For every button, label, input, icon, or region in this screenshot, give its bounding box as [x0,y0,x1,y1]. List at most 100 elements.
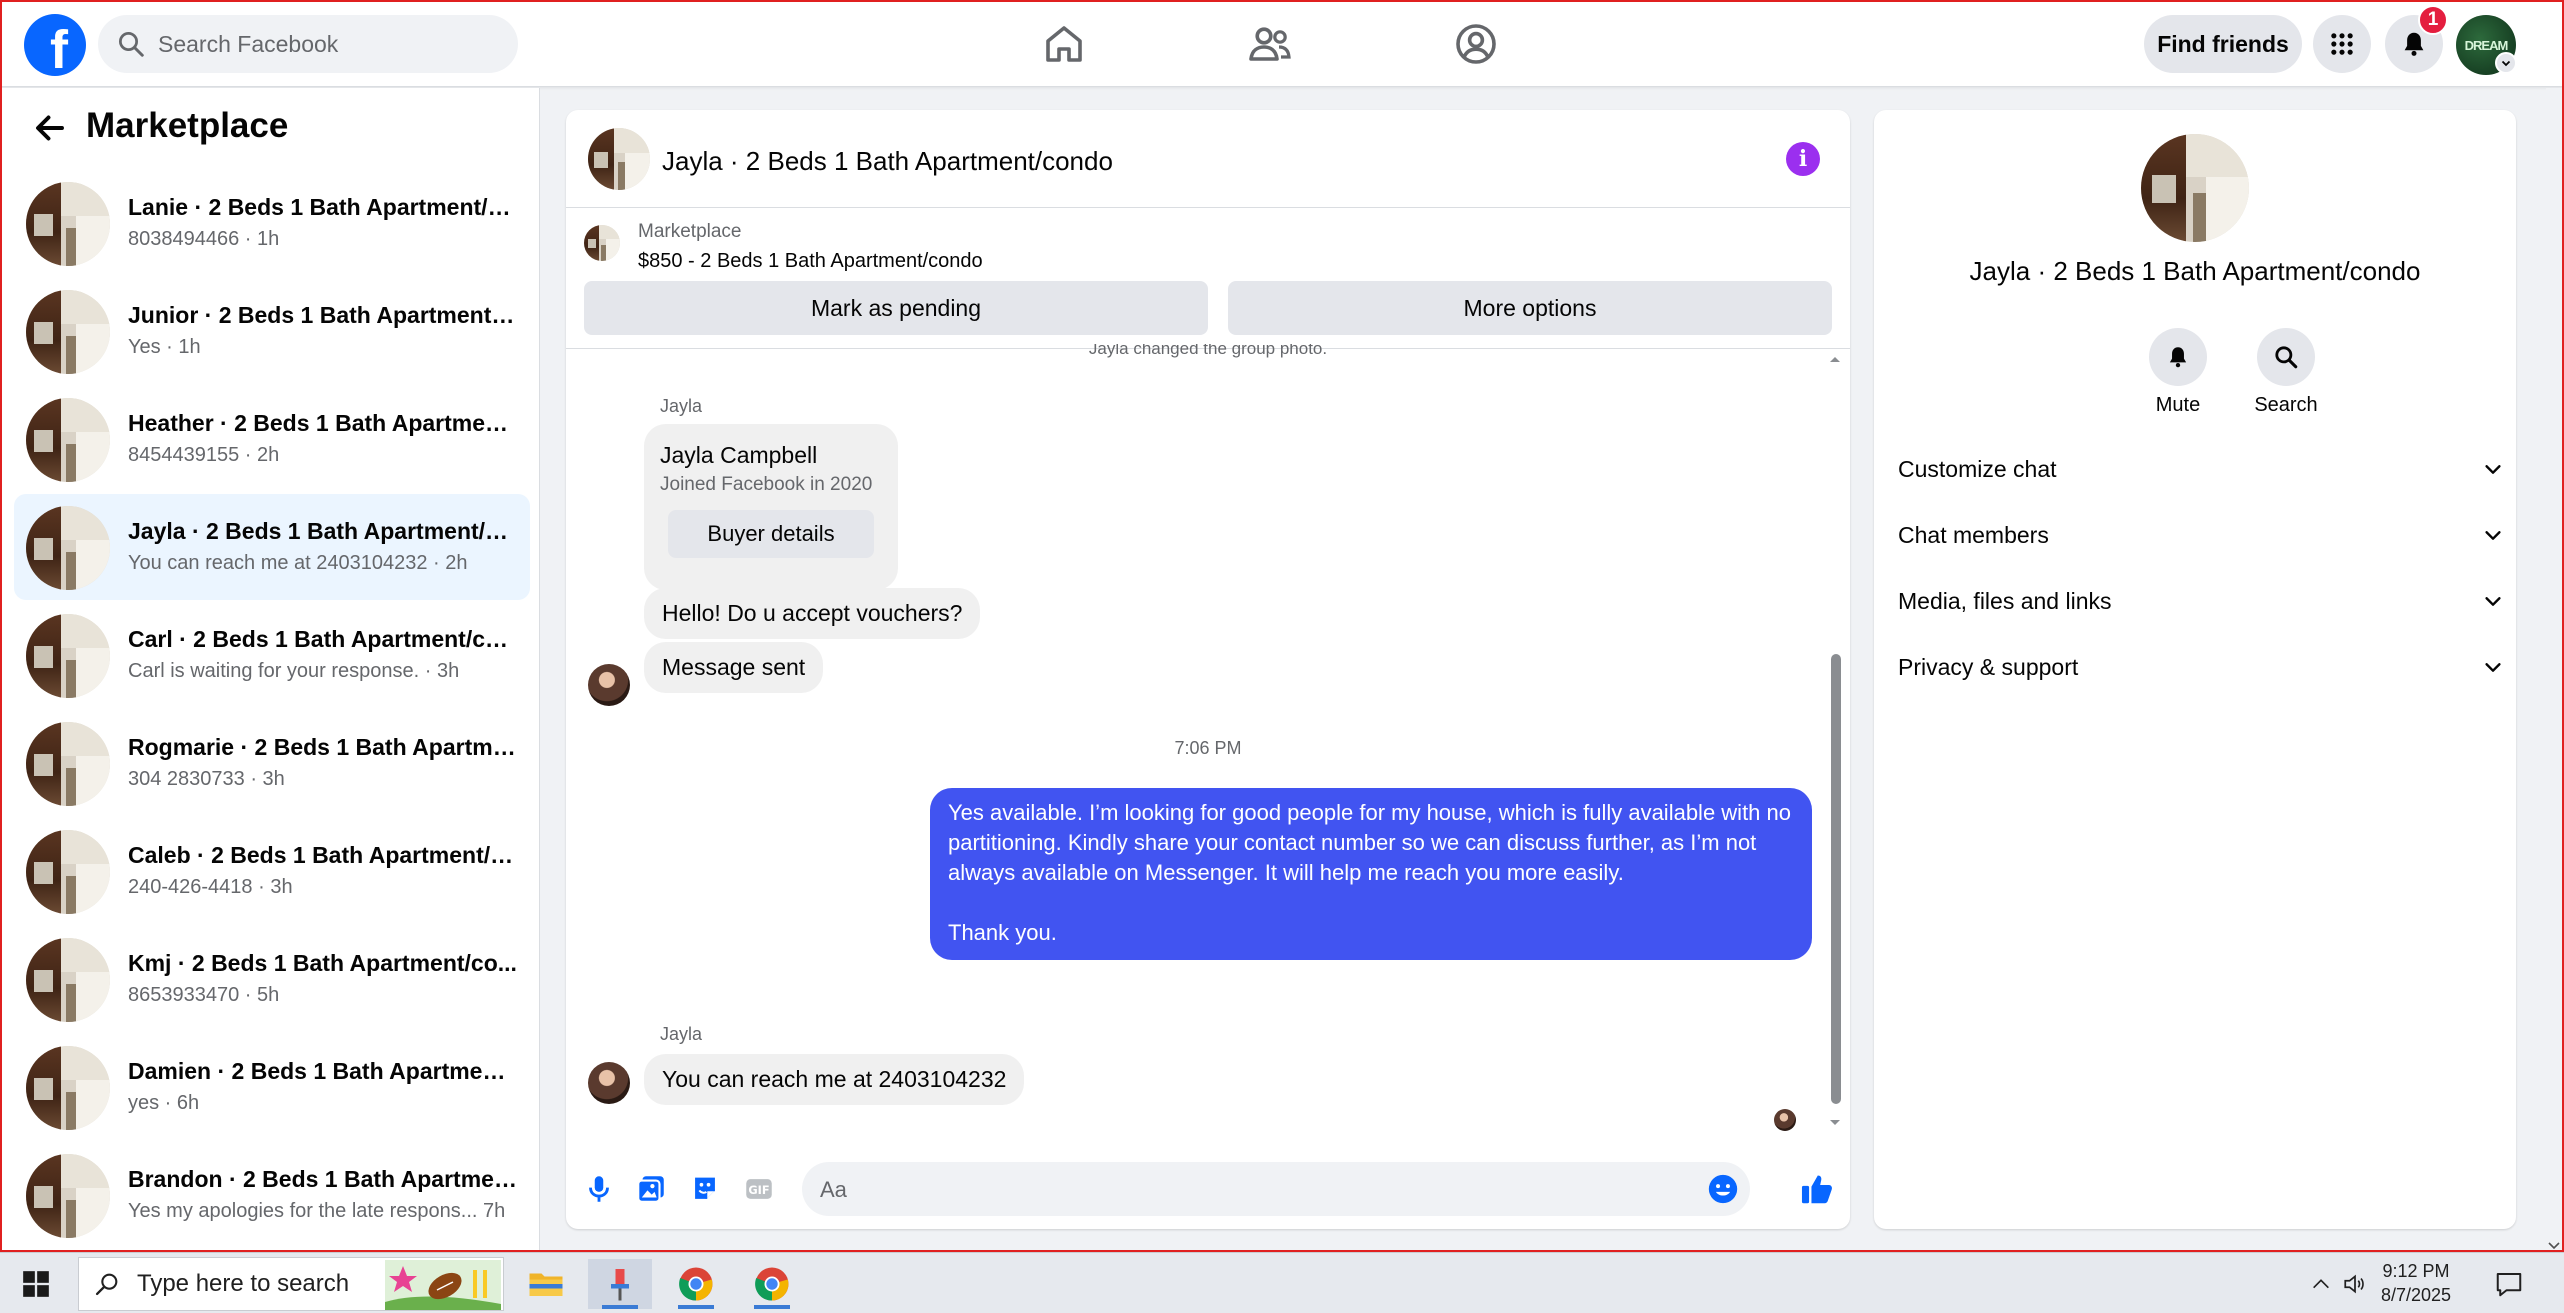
conversation-name: Carl · 2 Beds 1 Bath Apartment/co... [128,626,518,652]
conversation-name: Junior · 2 Beds 1 Bath Apartment/c... [128,302,518,328]
conversation-thumbnail [26,1046,110,1130]
conversation-name: Brandon · 2 Beds 1 Bath Apartmen... [128,1166,518,1192]
chevron-down-icon [2485,465,2501,474]
chat-header: Jayla · 2 Beds 1 Bath Apartment/condo i [566,110,1850,208]
info-section-row[interactable]: Media, files and links [1898,574,2504,628]
conversation-preview: 240-426-4418 · 3h [128,876,293,898]
chevron-down-icon[interactable] [2495,52,2517,74]
info-section-label: Privacy & support [1898,653,2079,680]
taskbar-search-placeholder: Type here to search [137,1270,350,1297]
chevron-down-icon [2485,597,2501,606]
conversation-item[interactable]: Lanie · 2 Beds 1 Bath Apartment/c... 8038… [14,170,530,276]
buyer-name: Jayla Campbell [660,442,818,468]
info-icon[interactable]: i [1786,142,1820,176]
info-section-label: Media, files and links [1898,587,2112,614]
emoji-icon[interactable] [1706,1172,1740,1206]
chrome-icon [679,1267,713,1301]
chat-info-panel: Jayla · 2 Beds 1 Bath Apartment/condo Mu… [1874,110,2516,1229]
scroll-up-icon[interactable] [1828,354,1842,364]
conversation-name: Kmj · 2 Beds 1 Bath Apartment/co... [128,950,517,976]
facebook-search-input[interactable]: Search Facebook [98,15,518,73]
volume-icon[interactable] [2342,1271,2368,1297]
chat-scrollbar[interactable] [1828,354,1842,1128]
conversation-preview: You can reach me at 2403104232 · 2h [128,552,468,574]
chevron-up-icon[interactable] [2310,1273,2332,1295]
photo-icon[interactable] [634,1172,668,1206]
friends-icon[interactable] [1246,20,1294,68]
conversation-item[interactable]: Damien · 2 Beds 1 Bath Apartment... yes ·… [14,1034,530,1140]
more-options-button[interactable]: More options [1228,281,1832,335]
grid-icon [2331,33,2353,55]
find-friends-button[interactable]: Find friends [2144,15,2302,73]
facebook-logo-icon[interactable]: f [24,14,86,76]
scroll-down-icon[interactable] [1828,1118,1842,1128]
search-highlight-illustration-icon [385,1260,501,1310]
chrome-app-1[interactable] [664,1259,728,1309]
conversation-item[interactable]: Kmj · 2 Beds 1 Bath Apartment/co... 86539… [14,926,530,1032]
taskbar-search-input[interactable]: Type here to search [78,1257,504,1311]
scroll-down-icon[interactable] [2546,1240,2562,1252]
mark-as-pending-button[interactable]: Mark as pending [584,281,1208,335]
back-arrow-icon[interactable] [32,110,68,146]
svg-text:GIF: GIF [748,1183,769,1197]
notification-center-icon[interactable] [2494,1269,2524,1299]
conversation-item[interactable]: Heather · 2 Beds 1 Bath Apartment... 8454… [14,386,530,492]
message-timestamp: 7:06 PM [1174,738,1242,758]
bell-icon [2404,32,2424,56]
search-icon [2275,346,2298,369]
chat-panel: Jayla · 2 Beds 1 Bath Apartment/condo i … [566,110,1850,1229]
listing-thumbnail[interactable] [584,225,620,261]
conversation-preview: 8038494466 · 1h [128,228,280,250]
conversation-thumbnail [26,722,110,806]
sticker-icon[interactable] [688,1172,722,1206]
windows-taskbar: Type here to search 9:12 PM 8/7/2025 [0,1252,2564,1313]
conversation-item[interactable]: Caleb · 2 Beds 1 Bath Apartment/c... 240-… [14,818,530,924]
conversation-item[interactable]: Brandon · 2 Beds 1 Bath Apartmen... Yes m… [14,1142,530,1248]
listing-price-title[interactable]: $850 - 2 Beds 1 Bath Apartment/condo [638,250,983,273]
microphone-icon[interactable] [582,1172,616,1206]
profile-icon[interactable] [1452,20,1500,68]
conversation-name: Jayla · 2 Beds 1 Bath Apartment/co... [128,518,518,544]
taskbar-clock[interactable]: 9:12 PM 8/7/2025 [2366,1259,2466,1307]
notification-count-badge: 1 [2418,5,2448,35]
chrome-app-2[interactable] [740,1259,804,1309]
windows-start-icon[interactable] [22,1270,50,1298]
info-section-row[interactable]: Privacy & support [1898,640,2504,694]
sender-avatar[interactable] [588,664,630,706]
menu-grid-button[interactable] [2313,15,2371,73]
scrollbar-thumb[interactable] [1831,654,1841,1104]
conversation-thumbnail [26,614,110,698]
conversation-item[interactable]: Carl · 2 Beds 1 Bath Apartment/co... Carl… [14,602,530,708]
sidebar-title: Marketplace [86,106,289,145]
file-explorer-app[interactable] [514,1259,578,1309]
conversation-item[interactable]: Junior · 2 Beds 1 Bath Apartment/c... Yes… [14,278,530,384]
conversation-thumbnail [26,398,110,482]
pinned-app[interactable] [588,1259,652,1309]
clock-date: 8/7/2025 [2380,1285,2452,1305]
page-scrollbar[interactable] [2546,88,2562,1252]
conversation-item[interactable]: Jayla · 2 Beds 1 Bath Apartment/co... You… [14,494,530,600]
chat-avatar[interactable] [588,128,650,190]
sender-avatar-2[interactable] [588,1062,630,1104]
info-section-row[interactable]: Chat members [1898,508,2504,562]
message-input-placeholder: Aa [820,1177,847,1202]
thumbs-up-icon[interactable] [1798,1170,1836,1208]
chat-title[interactable]: Jayla · 2 Beds 1 Bath Apartment/condo [662,146,1113,177]
message-bubble-reach: You can reach me at 2403104232 [644,1054,1025,1105]
conversation-item[interactable]: Rogmarie · 2 Beds 1 Bath Apartme... 304 2… [14,710,530,816]
gif-icon[interactable]: GIF [742,1172,776,1206]
mute-label: Mute [2155,394,2201,416]
message-input[interactable]: Aa [802,1162,1750,1216]
search-in-conversation-button[interactable]: Search [2246,328,2326,417]
read-receipt-avatar [1774,1109,1796,1131]
home-icon[interactable] [1040,20,1088,68]
buyer-details-button[interactable]: Buyer details [668,510,874,558]
conversation-name: Rogmarie · 2 Beds 1 Bath Apartme... [128,734,518,760]
top-navigation-bar: f Search Facebook Find friends 1 DREAM [0,0,2564,87]
chevron-down-icon [2485,663,2501,672]
mute-button[interactable]: Mute [2138,328,2218,417]
info-section-row[interactable]: Customize chat [1898,442,2504,496]
conversation-photo[interactable] [2141,134,2249,242]
folder-icon [529,1273,563,1296]
conversation-name: Heather · 2 Beds 1 Bath Apartment... [128,410,518,436]
